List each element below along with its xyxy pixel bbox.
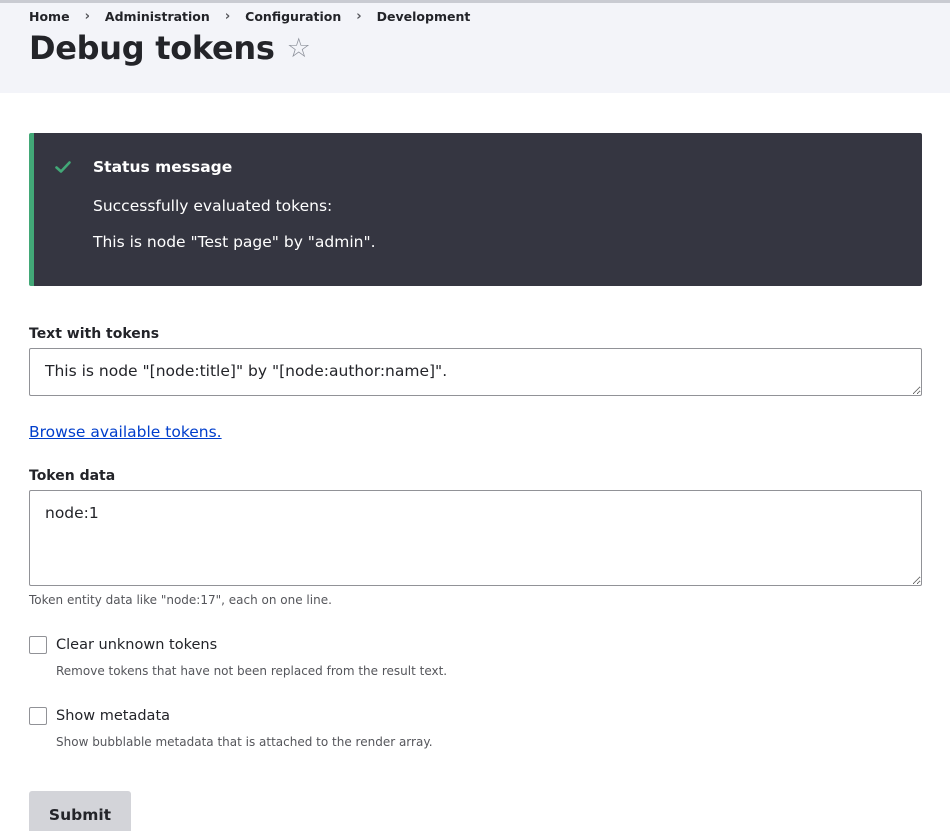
- star-outline-icon[interactable]: ☆: [287, 35, 311, 62]
- show-metadata-description: Show bubblable metadata that is attached…: [56, 735, 433, 749]
- breadcrumb: Home › Administration › Configuration › …: [29, 9, 470, 24]
- page-header: Home › Administration › Configuration › …: [0, 3, 950, 93]
- token-data-description: Token entity data like "node:17", each o…: [29, 593, 332, 607]
- text-with-tokens-label: Text with tokens: [29, 326, 160, 342]
- breadcrumb-separator-icon: ›: [224, 9, 231, 24]
- status-result: This is node "Test page" by "admin".: [93, 233, 376, 251]
- breadcrumb-separator-icon: ›: [356, 9, 362, 24]
- clear-unknown-tokens-description: Remove tokens that have not been replace…: [56, 664, 448, 678]
- breadcrumb-administration[interactable]: Administration: [105, 9, 210, 24]
- breadcrumb-configuration[interactable]: Configuration: [245, 9, 341, 24]
- submit-button[interactable]: Submit: [29, 791, 131, 831]
- breadcrumb-separator-icon: ›: [84, 9, 90, 24]
- token-data-label: Token data: [29, 468, 116, 484]
- text-with-tokens-input[interactable]: [29, 348, 922, 396]
- check-icon: [55, 161, 71, 173]
- status-text: Successfully evaluated tokens:: [93, 197, 333, 215]
- breadcrumb-development[interactable]: Development: [377, 9, 471, 24]
- status-title: Status message: [93, 158, 233, 176]
- title-row: Debug tokens ☆: [29, 29, 311, 67]
- show-metadata-checkbox[interactable]: [29, 707, 47, 725]
- clear-unknown-tokens-checkbox[interactable]: [29, 636, 47, 654]
- breadcrumb-home[interactable]: Home: [29, 9, 70, 24]
- browse-tokens-link[interactable]: Browse available tokens.: [29, 423, 222, 441]
- show-metadata-label[interactable]: Show metadata: [56, 708, 170, 724]
- clear-unknown-tokens-label[interactable]: Clear unknown tokens: [56, 637, 217, 653]
- token-data-input[interactable]: [29, 490, 922, 586]
- page-title: Debug tokens: [29, 29, 275, 67]
- status-message: Status message Successfully evaluated to…: [29, 133, 922, 286]
